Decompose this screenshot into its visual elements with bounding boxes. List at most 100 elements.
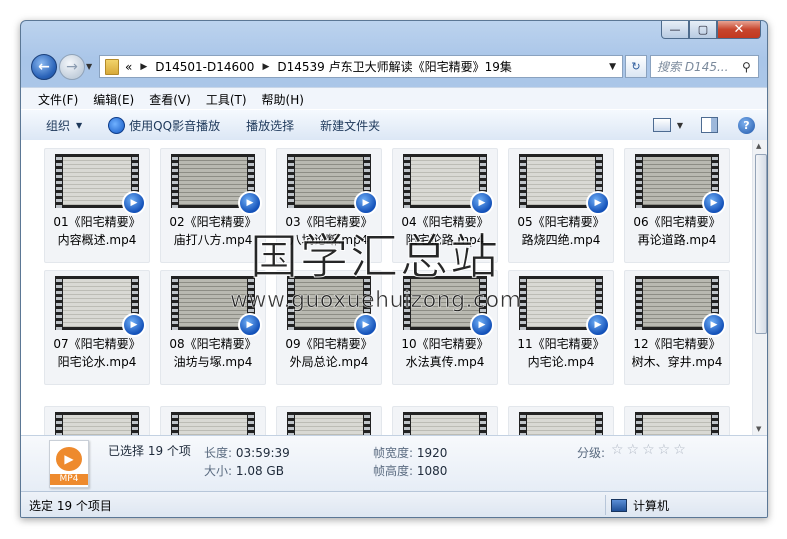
video-thumbnail [171,412,255,435]
folder-icon [105,58,119,75]
status-selection-text: 选定 19 个项目 [29,499,112,513]
toolbar-right: ▼ ? [652,110,767,140]
computer-icon [611,499,627,512]
file-name-line1: 08《阳宅精要》 [169,337,257,351]
file-type-label: MP4 [50,474,88,485]
video-thumbnail [635,412,719,435]
play-selection-label: 播放选择 [246,118,295,133]
vertical-scrollbar[interactable]: ▲ ▼ [752,140,767,435]
file-name-line1: 05《阳宅精要》 [517,215,605,229]
preview-pane-icon[interactable] [701,117,718,133]
menu-tools[interactable]: 工具(T) [206,91,247,108]
caption-buttons: — ▢ ✕ [661,21,761,39]
change-view-icon[interactable] [652,118,671,132]
file-tile[interactable]: ▶ 12《阳宅精要》 树木、穿井.mp4 [624,270,730,385]
file-name-line2: 树木、穿井.mp4 [631,355,723,369]
file-name-line2: 内容概述.mp4 [57,233,137,247]
back-button[interactable]: ← [31,54,57,80]
search-input[interactable]: 搜索 D145... ⚲ [650,55,759,78]
status-bar: 选定 19 个项目 计算机 [21,491,767,517]
rating-label: 分级: [577,446,606,460]
file-name-line2: 再论道路.mp4 [637,233,717,247]
breadcrumb-item[interactable]: D14501-D14600 [155,60,254,74]
qq-player-badge-icon: ▶ [354,191,378,215]
file-name-line2: 内宅论.mp4 [527,355,595,369]
file-tile[interactable]: ▶ 11《阳宅精要》 内宅论.mp4 [508,270,614,385]
file-name-line1: 07《阳宅精要》 [53,337,141,351]
command-bar: 组织 ▼ 使用QQ影音播放 播放选择 新建文件夹 ▼ ? [21,109,767,141]
address-dropdown-icon[interactable]: ▼ [609,62,616,72]
file-name-line1: 09《阳宅精要》 [285,337,373,351]
breadcrumb-overflow[interactable]: « [125,60,132,74]
video-thumbnail [519,412,603,435]
menu-bar: 文件(F) 编辑(E) 查看(V) 工具(T) 帮助(H) [21,87,767,110]
chevron-right-icon[interactable]: ▶ [140,62,147,72]
qq-player-badge-icon: ▶ [586,191,610,215]
scroll-down-icon[interactable]: ▼ [756,425,761,433]
refresh-button[interactable]: ↻ [625,55,647,78]
play-with-qq-button[interactable]: 使用QQ影音播放 [108,116,221,134]
breadcrumb-item[interactable]: D14539 卢东卫大师解读《阳宅精要》19集 [277,58,512,75]
menu-file[interactable]: 文件(F) [38,91,78,108]
forward-button[interactable]: → [59,54,85,80]
scroll-up-icon[interactable]: ▲ [756,142,761,150]
file-tile[interactable] [44,406,150,435]
selected-count: 已选择 19 个项 [108,444,191,458]
qq-player-badge-icon: ▶ [122,191,146,215]
video-thumbnail [287,412,371,435]
qq-player-badge-icon: ▶ [238,191,262,215]
help-icon[interactable]: ? [738,116,755,134]
organize-label: 组织 [46,118,71,133]
size-field: 大小: 1.08 GB [204,464,284,478]
frame-width-field: 帧宽度: 1920 [373,446,448,460]
video-thumbnail [55,412,139,435]
qq-player-badge-icon: ▶ [122,313,146,337]
file-tile[interactable]: ▶ 05《阳宅精要》 路烧四绝.mp4 [508,148,614,263]
search-placeholder: 搜索 D145... [657,60,729,74]
file-name-line2: 外局总论.mp4 [289,355,369,369]
file-tile[interactable]: ▶ 07《阳宅精要》 阳宅论水.mp4 [44,270,150,385]
rating-stars[interactable]: ☆☆☆☆☆ [611,442,689,458]
file-name-line1: 01《阳宅精要》 [53,215,141,229]
play-with-qq-label: 使用QQ影音播放 [129,118,221,133]
qq-player-badge-icon: ▶ [702,191,726,215]
qq-player-badge-icon: ▶ [470,313,494,337]
new-folder-label: 新建文件夹 [320,118,381,133]
arrow-right-icon: → [66,59,78,75]
file-name-line1: 10《阳宅精要》 [401,337,489,351]
frame-height-field: 帧高度: 1080 [373,464,448,478]
view-options-chevron-icon[interactable]: ▼ [677,121,683,130]
refresh-icon: ↻ [631,60,641,73]
watermark-text: 国学汇总站 [249,229,501,286]
file-tile[interactable] [624,406,730,435]
close-button[interactable]: ✕ [717,21,761,39]
qq-player-badge-icon: ▶ [586,313,610,337]
search-icon[interactable]: ⚲ [742,60,758,74]
new-folder-button[interactable]: 新建文件夹 [320,117,380,134]
navigation-bar: ← → ▼ « ▶ D14501-D14600 ▶ D14539 卢东卫大师解读… [21,51,767,83]
menu-view[interactable]: 查看(V) [149,91,191,108]
scrollbar-thumb[interactable] [755,154,767,334]
file-tile[interactable] [276,406,382,435]
status-location-text: 计算机 [633,499,670,513]
recent-pages-dropdown[interactable]: ▼ [86,62,92,71]
file-name-line2: 水法真传.mp4 [405,355,485,369]
minimize-button[interactable]: — [661,21,689,39]
file-tile[interactable] [508,406,614,435]
file-tile[interactable] [160,406,266,435]
file-tile[interactable]: ▶ 06《阳宅精要》 再论道路.mp4 [624,148,730,263]
play-selection-button[interactable]: 播放选择 [246,117,294,134]
menu-edit[interactable]: 编辑(E) [93,91,134,108]
maximize-button[interactable]: ▢ [689,21,717,39]
chevron-right-icon[interactable]: ▶ [262,62,269,72]
chevron-down-icon: ▼ [76,120,83,130]
organize-button[interactable]: 组织 ▼ [46,117,82,134]
file-name-line1: 12《阳宅精要》 [633,337,721,351]
file-name-line1: 06《阳宅精要》 [633,215,721,229]
qq-player-badge-icon: ▶ [238,313,262,337]
file-tile[interactable]: ▶ 01《阳宅精要》 内容概述.mp4 [44,148,150,263]
address-bar[interactable]: « ▶ D14501-D14600 ▶ D14539 卢东卫大师解读《阳宅精要》… [99,55,623,78]
file-tile[interactable] [392,406,498,435]
file-name-line1: 11《阳宅精要》 [517,337,605,351]
menu-help[interactable]: 帮助(H) [262,91,304,108]
